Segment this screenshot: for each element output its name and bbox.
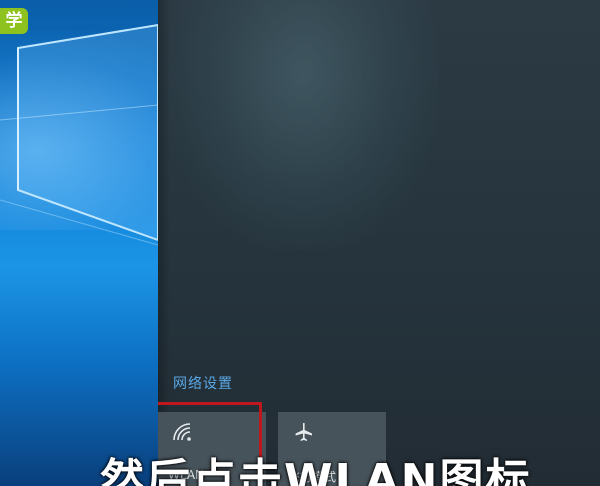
wallpaper-window-graphic (0, 23, 158, 246)
subtitle-caption: 然后点击WLAN图标 (100, 455, 532, 486)
network-settings-link[interactable]: 网络设置 (173, 373, 233, 393)
screen: 学 网络设置 WLAN 飞行模式 然后点击WLAN图标 (0, 0, 600, 486)
airplane-icon (295, 423, 312, 441)
desktop-wallpaper: 学 (0, 0, 158, 486)
corner-badge: 学 (0, 8, 28, 34)
panel-blur (168, 0, 438, 250)
action-center-panel: 网络设置 WLAN 飞行模式 (158, 0, 600, 486)
